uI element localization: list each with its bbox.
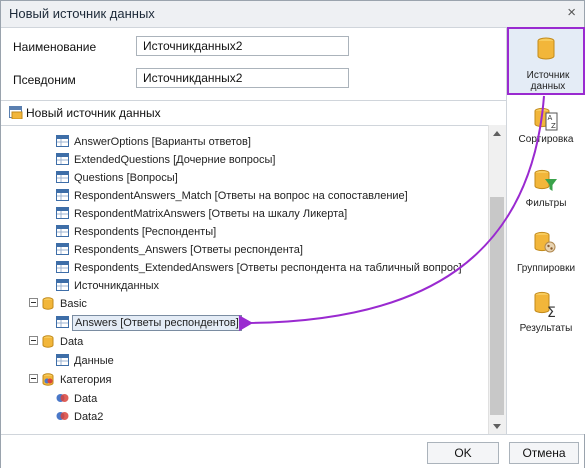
table-icon [56, 189, 69, 204]
alias-label: Псевдоним [13, 73, 76, 87]
scroll-up-icon[interactable] [493, 131, 501, 136]
step-label: Результаты [519, 323, 573, 334]
new-data-source-dialog: Новый источник данных × Наименование Псе… [0, 0, 585, 468]
table-icon [56, 171, 69, 186]
table-label: RespondentAnswers_Match [Ответы на вопро… [74, 190, 408, 202]
table-icon [56, 207, 69, 222]
source-tree: AnswerOptions [Варианты ответов] Extende… [1, 125, 489, 435]
table-label: Respondents_Answers [Ответы респондента] [74, 244, 303, 256]
table-icon [56, 153, 69, 168]
table-label: Respondents_ExtendedAnswers [Ответы респ… [74, 262, 462, 274]
alias-input[interactable] [136, 68, 349, 88]
table-icon [56, 261, 69, 276]
dialog-title: Новый источник данных [9, 6, 155, 21]
table-icon [56, 225, 69, 240]
tree-scrollbar[interactable] [488, 125, 506, 435]
folder-label: Категория [60, 374, 112, 386]
table-icon [56, 243, 69, 258]
svg-text:A: A [548, 114, 553, 122]
name-input[interactable] [136, 36, 349, 56]
cancel-button[interactable]: Отмена [509, 442, 579, 464]
data-source-icon [9, 106, 23, 122]
svg-text:Σ: Σ [547, 305, 556, 319]
step-group-button[interactable]: Группировки [507, 231, 585, 291]
folder-label: Data [60, 336, 84, 348]
table-icon [56, 135, 69, 150]
database-icon [42, 335, 54, 351]
name-label: Наименование [13, 40, 97, 54]
step-label: Группировки [516, 263, 576, 274]
table-label: Respondents [Респонденты] [74, 226, 217, 238]
filter-icon [534, 169, 558, 196]
table-label: Questions [Вопросы] [74, 172, 178, 184]
step-label-line2: данных [530, 81, 566, 92]
database-icon [536, 37, 556, 64]
tree-root[interactable]: Новый источник данных [1, 100, 506, 126]
table-label: AnswerOptions [Варианты ответов] [74, 136, 251, 148]
dialog-footer: OK Отмена [1, 434, 584, 468]
svg-text:Z: Z [551, 122, 556, 130]
table-icon [56, 279, 69, 294]
relation-label: Data2 [74, 411, 104, 423]
step-label: Фильтры [525, 198, 567, 209]
step-data-source-button[interactable]: Источник данных [507, 27, 585, 95]
sort-icon: AZ [534, 107, 558, 134]
tree-root-label: Новый источник данных [26, 106, 161, 120]
close-icon[interactable]: × [567, 4, 576, 21]
table-label: RespondentMatrixAnswers [Ответы на шкалу… [74, 208, 348, 220]
step-results-button[interactable]: Σ Результаты [507, 291, 585, 351]
collapse-toggle-data[interactable] [29, 336, 38, 345]
step-sort-button[interactable]: AZ Сортировка [507, 105, 585, 165]
sum-icon: Σ [534, 291, 558, 322]
table-label: ExtendedQuestions [Дочерние вопросы] [74, 154, 276, 166]
table-icon [56, 354, 69, 369]
table-label: Answers [Ответы респондентов] [72, 315, 242, 331]
step-label-line1: Источник [526, 70, 570, 81]
scroll-thumb[interactable] [490, 197, 504, 415]
folder-label: Basic [60, 298, 87, 310]
step-filters-button[interactable]: Фильтры [507, 169, 585, 229]
table-label: Данные [74, 355, 114, 367]
table-icon [56, 316, 69, 331]
database-icon [42, 297, 54, 313]
title-bar: Новый источник данных × [1, 1, 584, 28]
table-label: Источникданных [74, 280, 160, 292]
wizard-steps-panel: Источник данных AZ Сортировка Фильтры Гр… [506, 27, 585, 434]
scroll-down-icon[interactable] [493, 424, 501, 429]
collapse-toggle-category[interactable] [29, 374, 38, 383]
grouping-icon [534, 231, 558, 260]
step-label: Сортировка [518, 134, 574, 145]
relation-label: Data [74, 393, 98, 405]
ok-button[interactable]: OK [427, 442, 499, 464]
category-database-icon [42, 373, 55, 389]
relation-icon [56, 392, 69, 407]
collapse-toggle-basic[interactable] [29, 298, 38, 307]
relation-icon [56, 410, 69, 425]
